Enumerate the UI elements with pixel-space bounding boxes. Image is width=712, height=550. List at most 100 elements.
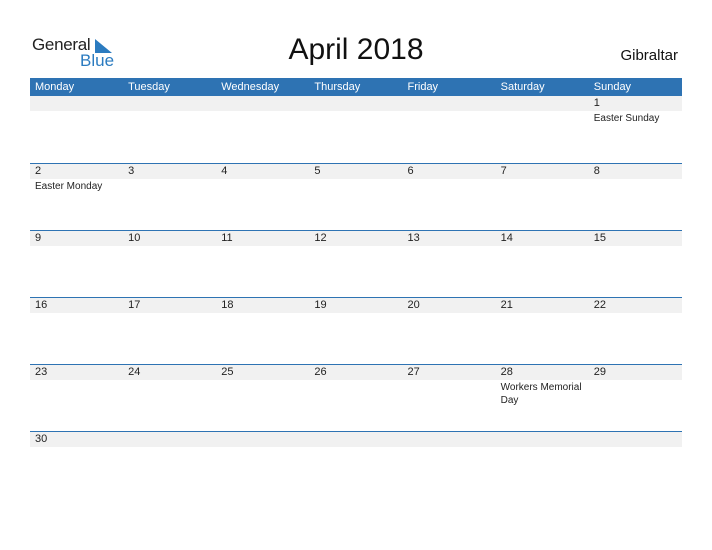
day-number: 7 [500,165,507,177]
day-cell: 23 [30,365,123,431]
day-number: 26 [314,366,327,378]
weekday-tuesday: Tuesday [128,81,170,93]
holiday-label: Workers Memorial Day [500,382,582,406]
day-cell [496,432,589,447]
day-number: 14 [500,232,513,244]
day-cell: 14 [496,231,589,297]
weekday-monday: Monday [35,81,75,93]
day-number [408,96,496,111]
day-cell: 9 [30,231,123,297]
day-cell: 8 [589,164,682,230]
day-cell [123,432,216,447]
week-row: 2 Easter Monday 3 4 5 6 7 8 [30,163,682,230]
page-title: April 2018 [288,33,424,66]
day-number: 12 [314,232,327,244]
day-number: 19 [314,299,327,311]
day-cell: 2 Easter Monday [30,164,123,230]
day-number: 29 [593,366,606,378]
day-number: 25 [221,366,234,378]
day-number: 9 [35,232,42,244]
day-cell: 13 [403,231,496,297]
week-row: 9 10 11 12 13 14 15 [30,230,682,297]
weekday-wednesday: Wednesday [221,81,280,93]
day-number: 6 [407,165,414,177]
day-number [408,432,496,447]
day-number: 15 [593,232,606,244]
day-cell [309,96,402,163]
day-number: 21 [500,299,513,311]
day-cell: 21 [496,298,589,364]
day-number [221,96,309,111]
day-cell [216,432,309,447]
day-number: 2 [35,165,42,177]
day-cell: 29 [589,365,682,431]
day-number: 24 [128,366,141,378]
day-cell [589,432,682,447]
day-number [128,96,216,111]
day-number: 10 [128,232,141,244]
day-cell: 27 [403,365,496,431]
day-number [314,432,402,447]
day-number [128,432,216,447]
day-number: 20 [407,299,420,311]
day-cell: 17 [123,298,216,364]
day-number: 18 [221,299,234,311]
day-cell [30,96,123,163]
weekday-header-row: Monday Tuesday Wednesday Thursday Friday Satu… [30,78,682,96]
day-number: 13 [407,232,420,244]
day-cell: 28 Workers Memorial Day [496,365,589,431]
day-number: 17 [128,299,141,311]
day-number: 27 [407,366,420,378]
day-cell: 12 [309,231,402,297]
day-number [501,432,589,447]
day-number [594,432,682,447]
day-cell: 5 [309,164,402,230]
day-cell: 19 [309,298,402,364]
day-number [501,96,589,111]
day-number: 16 [35,299,48,311]
day-cell [403,96,496,163]
weekday-saturday: Saturday [500,81,545,93]
day-cell [496,96,589,163]
day-cell: 6 [403,164,496,230]
day-number: 11 [221,232,233,244]
day-cell: 20 [403,298,496,364]
day-cell [216,96,309,163]
day-number: 22 [593,299,606,311]
day-cell: 15 [589,231,682,297]
day-number [221,432,309,447]
day-cell: 11 [216,231,309,297]
day-cell: 10 [123,231,216,297]
week-row: 23 24 25 26 27 28 Workers Memorial Day 29 [30,364,682,431]
week-row: 16 17 18 19 20 21 22 [30,297,682,364]
day-number: 3 [128,165,135,177]
day-number: 8 [593,165,600,177]
day-cell: 7 [496,164,589,230]
week-row: 1 Easter Sunday [30,96,682,163]
country-label: Gibraltar [620,47,678,64]
holiday-label: Easter Sunday [593,113,660,124]
week-row: 30 [30,431,682,447]
day-cell [123,96,216,163]
day-number: 1 [593,97,600,109]
calendar-grid: Monday Tuesday Wednesday Thursday Friday Satu… [30,78,682,447]
day-cell: 24 [123,365,216,431]
weekday-sunday: Sunday [593,81,632,93]
day-cell: 3 [123,164,216,230]
day-number: 28 [500,366,513,378]
day-number: 4 [221,165,228,177]
day-cell: 26 [309,365,402,431]
day-cell: 30 [30,432,123,447]
day-cell: 22 [589,298,682,364]
day-number: 30 [35,433,48,445]
day-cell [403,432,496,447]
day-number: 23 [35,366,48,378]
day-number [314,96,402,111]
day-number: 5 [314,165,321,177]
day-cell: 25 [216,365,309,431]
day-cell: 1 Easter Sunday [589,96,682,163]
weekday-thursday: Thursday [314,81,361,93]
day-cell [309,432,402,447]
day-cell: 18 [216,298,309,364]
day-cell: 4 [216,164,309,230]
